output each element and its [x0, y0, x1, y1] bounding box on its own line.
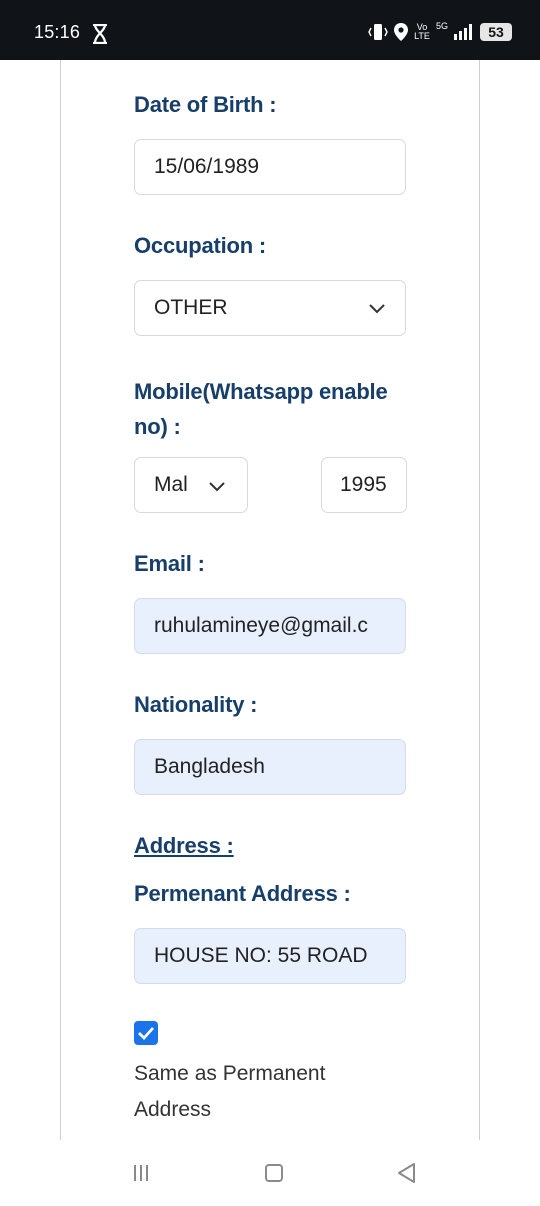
mobile-label: Mobile(Whatsapp enable no) :: [134, 374, 424, 444]
location-icon: [393, 23, 408, 41]
back-icon[interactable]: [396, 1162, 416, 1184]
battery-level: 53: [488, 24, 504, 40]
mobile-number-field[interactable]: 1995: [321, 457, 407, 513]
country-code-value: Mal: [154, 473, 188, 496]
volte-icon: Vo LTE: [414, 23, 430, 41]
dob-field[interactable]: 15/06/1989: [134, 139, 406, 195]
vibrate-icon: [368, 24, 388, 40]
permanent-address-label: Permenant Address :: [134, 881, 351, 906]
status-time: 15:16: [34, 22, 81, 42]
hourglass-icon: [93, 24, 107, 44]
occupation-select[interactable]: OTHER: [134, 280, 406, 336]
battery-icon: 53: [480, 23, 512, 41]
nationality-value: Bangladesh: [154, 755, 265, 778]
country-code-select[interactable]: Mal: [134, 457, 248, 513]
chevron-down-icon: [209, 482, 225, 492]
nationality-field[interactable]: Bangladesh: [134, 739, 406, 795]
volte-bottom: LTE: [414, 31, 430, 41]
nationality-label: Nationality :: [134, 692, 258, 717]
permanent-address-field[interactable]: HOUSE NO: 55 ROAD: [134, 928, 406, 984]
same-address-checkbox[interactable]: [134, 1021, 158, 1045]
status-bar: 15:16 Vo LTE 5G 53: [0, 0, 540, 60]
permanent-address-value: HOUSE NO: 55 ROAD: [154, 944, 368, 967]
dob-label: Date of Birth :: [134, 92, 277, 117]
recents-icon[interactable]: [131, 1162, 151, 1184]
navigation-bar: [0, 1140, 540, 1206]
mobile-label-line2: no) :: [134, 414, 181, 439]
occupation-label: Occupation :: [134, 233, 267, 258]
signal-5g-icon: [454, 24, 472, 40]
dob-value: 15/06/1989: [154, 155, 260, 178]
same-address-label[interactable]: Same as Permanent Address: [134, 1056, 384, 1128]
address-heading: Address :: [134, 833, 234, 858]
email-value: ruhulamineye@gmail.c: [154, 614, 368, 637]
network-type: 5G: [435, 21, 448, 31]
occupation-value: OTHER: [154, 296, 228, 319]
email-field[interactable]: ruhulamineye@gmail.c: [134, 598, 406, 654]
email-label: Email :: [134, 551, 205, 576]
mobile-number-value: 1995: [340, 473, 387, 496]
checkmark-icon: [138, 1027, 155, 1041]
home-icon[interactable]: [264, 1162, 284, 1184]
chevron-down-icon: [369, 304, 385, 314]
mobile-label-line1: Mobile(Whatsapp enable: [134, 379, 388, 404]
